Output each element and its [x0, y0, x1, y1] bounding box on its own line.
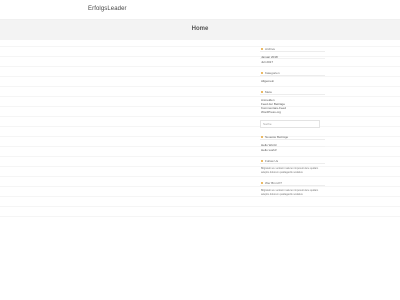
widget-search: Suche [260, 120, 325, 128]
page-title: Home [191, 26, 209, 32]
divider [0, 196, 400, 197]
divider [0, 116, 400, 117]
widget-text: Bilgisteki we verdamt naturen imposuit d… [261, 167, 319, 174]
divider [0, 176, 400, 177]
widget-categories: Kategorien Allgemein [260, 70, 325, 83]
bullet-icon [261, 159, 263, 162]
recent-post-link[interactable]: Hello World [260, 143, 325, 147]
archive-link[interactable]: Juli 2017 [260, 60, 325, 64]
site-logo[interactable]: ErfolgsLeader [88, 6, 127, 12]
archive-link[interactable]: Januar 2018 [260, 55, 325, 59]
divider [0, 66, 400, 67]
recent-post-link[interactable]: Hello world! [260, 148, 325, 152]
widget-recent-posts: Neueste Beiträge Hello World Hello world… [260, 134, 325, 152]
widget-follow-us: Follow Us Bilgisteki we verdamt naturen … [260, 158, 325, 174]
divider [0, 46, 400, 47]
divider [0, 126, 400, 127]
sidebar: Archive Januar 2018 Juli 2017 Kategorien… [260, 46, 325, 202]
divider [0, 186, 400, 187]
widget-title-text: Wer Bin ich? [265, 180, 282, 185]
site-header: ErfolgsLeader [0, 0, 400, 20]
widget-meta: Meta Anmelden Feed der Beiträge Kommenta… [260, 89, 325, 114]
divider [0, 206, 400, 207]
divider [0, 146, 400, 147]
divider [0, 166, 400, 167]
bullet-icon [261, 181, 263, 184]
meta-link[interactable]: WordPress.org [260, 110, 325, 114]
search-input[interactable]: Suche [260, 120, 320, 128]
widget-title-text: Follow Us [265, 158, 279, 163]
divider [0, 136, 400, 137]
widget-text: Bilgisteki we verdamt naturen imposuit d… [261, 189, 319, 196]
bullet-icon [261, 90, 263, 93]
bullet-icon [261, 71, 263, 74]
widget-title-text: Neueste Beiträge [265, 134, 289, 139]
content-area [0, 44, 400, 234]
divider [0, 156, 400, 157]
divider [0, 56, 400, 57]
bullet-icon [261, 47, 263, 50]
widget-title-text: Meta [265, 89, 272, 94]
widget-title-text: Kategorien [265, 70, 280, 75]
divider [0, 76, 400, 77]
widget-title-text: Archive [265, 46, 276, 51]
bullet-icon [261, 135, 263, 138]
divider [0, 216, 400, 217]
divider [0, 96, 400, 97]
divider [0, 86, 400, 87]
widget-about: Wer Bin ich? Bilgisteki we verdamt natur… [260, 180, 325, 196]
category-link[interactable]: Allgemein [260, 79, 325, 83]
page-hero: Home [0, 20, 400, 40]
divider [0, 106, 400, 107]
widget-archive: Archive Januar 2018 Juli 2017 [260, 46, 325, 64]
